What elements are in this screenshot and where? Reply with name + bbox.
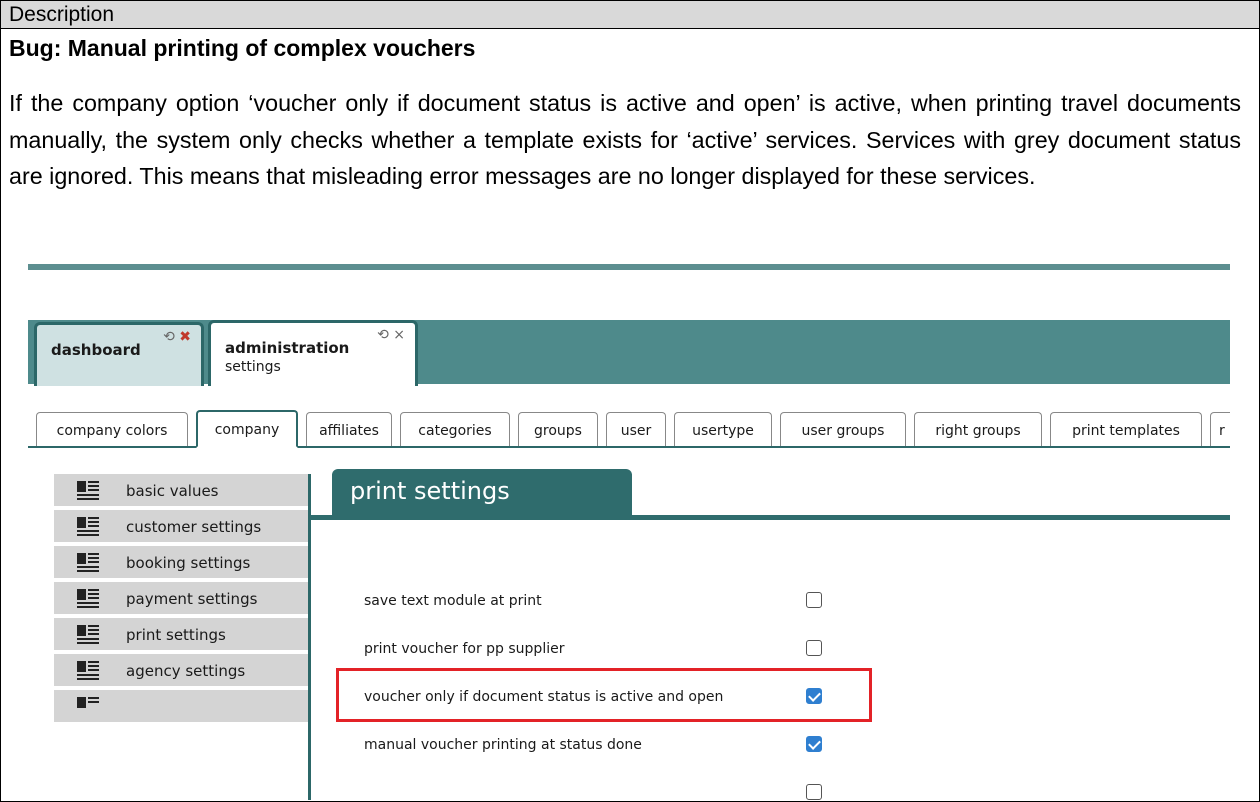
settings-sidebar: basic values customer settings booking s…	[54, 474, 311, 800]
subtab-categories[interactable]: categories	[400, 412, 510, 446]
setting-checkbox[interactable]	[806, 736, 822, 752]
document-box: Description Bug: Manual printing of comp…	[0, 0, 1260, 802]
panel-title: print settings	[350, 477, 510, 505]
description-paragraph: If the company option ‘voucher only if d…	[9, 90, 1241, 189]
tab-administration[interactable]: administration settings ⟲ ×	[208, 320, 418, 386]
sidebar-item-label: customer settings	[126, 518, 262, 536]
sidebar-item-payment-settings[interactable]: payment settings	[54, 582, 308, 616]
subtab-company-colors[interactable]: company colors	[36, 412, 188, 446]
panel-header: print settings	[332, 469, 632, 515]
document-list-icon	[77, 625, 99, 644]
sidebar-item-booking-settings[interactable]: booking settings	[54, 546, 308, 580]
document-list-icon	[77, 481, 99, 500]
document-list-icon	[77, 589, 99, 608]
subtab-right-groups[interactable]: right groups	[914, 412, 1042, 446]
tab-dashboard-label: dashboard	[51, 341, 141, 359]
subtab-user[interactable]: user	[606, 412, 666, 446]
setting-checkbox[interactable]	[806, 640, 822, 656]
panel-divider	[310, 515, 1230, 520]
tab-administration-icons[interactable]: ⟲ ×	[377, 327, 405, 343]
description-header: Description	[1, 1, 1259, 29]
subtab-company[interactable]: company	[196, 410, 298, 448]
subtab-print-templates[interactable]: print templates	[1050, 412, 1202, 446]
document-list-icon	[77, 553, 99, 572]
highlight-box	[336, 668, 872, 722]
document-list-icon	[77, 517, 99, 536]
document-list-icon	[77, 697, 99, 708]
sidebar-item-customer-settings[interactable]: customer settings	[54, 510, 308, 544]
subtab-groups[interactable]: groups	[518, 412, 598, 446]
bug-title: Bug: Manual printing of complex vouchers	[9, 35, 476, 61]
app-top-bar	[28, 264, 1230, 280]
setting-label: manual voucher printing at status done	[364, 737, 642, 753]
subtab-more[interactable]: r	[1210, 412, 1230, 446]
subtab-usertype[interactable]: usertype	[674, 412, 772, 446]
sidebar-item-partial[interactable]	[54, 690, 308, 724]
close-icon[interactable]: ×	[393, 327, 405, 343]
tab-administration-sub: settings	[225, 359, 281, 375]
tab-dashboard-icons[interactable]: ⟲ ✖	[163, 329, 191, 345]
close-icon[interactable]: ✖	[179, 329, 191, 345]
sidebar-item-label: basic values	[126, 482, 219, 500]
embedded-screenshot: dashboard ⟲ ✖ administration settings ⟲ …	[28, 264, 1230, 800]
setting-checkbox[interactable]	[806, 784, 822, 800]
subtab-user-groups[interactable]: user groups	[780, 412, 906, 446]
sidebar-item-label: payment settings	[126, 590, 258, 608]
refresh-icon[interactable]: ⟲	[163, 329, 175, 345]
setting-label: save text module at print	[364, 593, 542, 609]
refresh-icon[interactable]: ⟲	[377, 327, 389, 343]
tab-dashboard[interactable]: dashboard ⟲ ✖	[34, 322, 204, 386]
settings-subtabs: company colors company affiliates catego…	[28, 410, 1230, 448]
document-list-icon	[77, 661, 99, 680]
sidebar-item-label: agency settings	[126, 662, 246, 680]
setting-checkbox[interactable]	[806, 592, 822, 608]
sidebar-item-print-settings[interactable]: print settings	[54, 618, 308, 652]
sidebar-item-label: booking settings	[126, 554, 251, 572]
setting-label: print voucher for pp supplier	[364, 641, 565, 657]
subtab-affiliates[interactable]: affiliates	[306, 412, 392, 446]
sidebar-item-agency-settings[interactable]: agency settings	[54, 654, 308, 688]
sidebar-item-label: print settings	[126, 626, 226, 644]
sidebar-item-basic-values[interactable]: basic values	[54, 474, 308, 508]
tab-administration-label: administration	[225, 339, 350, 357]
